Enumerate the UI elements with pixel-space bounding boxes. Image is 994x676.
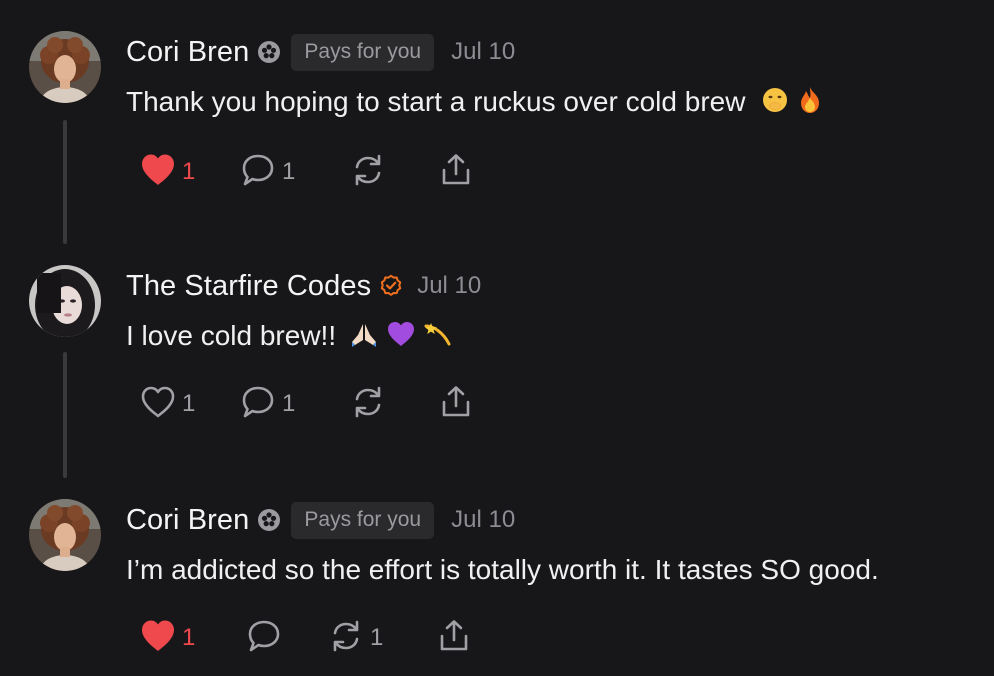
share-button[interactable] [438,152,474,192]
reply-button[interactable]: 1 [240,152,295,192]
comment-text-content: Thank you hoping to start a ruckus over … [126,86,746,117]
restack-icon [350,384,386,425]
restack-button[interactable]: 1 [328,618,383,658]
pays-for-you-badge: Pays for you [291,33,435,71]
thread-line [63,120,67,244]
comment-text: Thank you hoping to start a ruckus over … [126,86,823,121]
comment-bubble-icon [246,618,282,659]
restack-icon [328,618,364,659]
comment-header: Cori Bren Pays for you Jul 10 [126,500,515,540]
author-name[interactable]: Cori Bren [126,36,249,69]
share-icon [436,618,472,659]
avatar[interactable] [29,499,101,571]
purple-heart-icon [386,320,416,355]
like-count: 1 [182,624,196,651]
avatar[interactable] [29,265,101,337]
pays-for-you-badge: Pays for you [291,501,435,539]
comment-date[interactable]: Jul 10 [451,506,515,534]
face-with-hand-over-mouth-icon [761,86,789,121]
fire-icon [797,86,823,121]
restack-icon [350,152,386,193]
author-name[interactable]: Cori Bren [126,504,249,537]
heart-filled-icon [140,619,176,658]
share-icon [438,384,474,425]
dizzy-icon [423,320,453,355]
comment-text: I’m addicted so the effort is totally wo… [126,554,879,586]
like-button[interactable]: 1 [140,152,195,192]
restack-button[interactable] [350,384,386,424]
share-icon [438,152,474,193]
share-button[interactable] [438,384,474,424]
comment-text-content: I’m addicted so the effort is totally wo… [126,554,879,585]
comment-header: The Starfire Codes Jul 10 [126,266,481,306]
reply-count: 1 [282,390,296,417]
heart-outline-icon [140,385,176,424]
restack-button[interactable] [350,152,386,192]
thread-line [63,352,67,478]
subscriber-flower-icon [257,508,281,532]
subscriber-flower-icon [257,40,281,64]
restack-count: 1 [370,624,384,651]
author-name[interactable]: The Starfire Codes [126,270,371,303]
comment-text: I love cold brew!! [126,320,453,355]
like-button[interactable]: 1 [140,384,195,424]
comment-bubble-icon [240,384,276,425]
comment-date[interactable]: Jul 10 [417,272,481,300]
reply-button[interactable] [246,618,282,658]
comment-text-content: I love cold brew!! [126,320,337,351]
reply-button[interactable]: 1 [240,384,295,424]
avatar[interactable] [29,31,101,103]
comment-date[interactable]: Jul 10 [451,38,515,66]
like-count: 1 [182,158,196,185]
orange-check-badge-icon [379,274,403,298]
reply-count: 1 [282,158,296,185]
folded-hands-icon [350,320,378,355]
comment-header: Cori Bren Pays for you Jul 10 [126,32,515,72]
like-count: 1 [182,390,196,417]
share-button[interactable] [436,618,472,658]
like-button[interactable]: 1 [140,618,195,658]
comment-bubble-icon [240,152,276,193]
heart-filled-icon [140,153,176,192]
